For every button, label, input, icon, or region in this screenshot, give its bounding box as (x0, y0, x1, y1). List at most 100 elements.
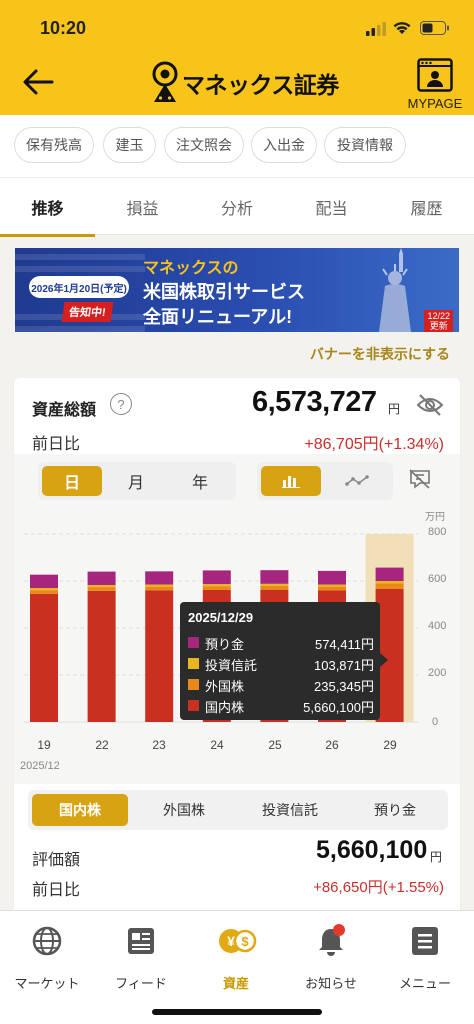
evaluation-unit: 円 (430, 850, 443, 864)
assets-icon: ¥ $ (219, 929, 257, 953)
nav-feed[interactable]: フィード (94, 921, 188, 991)
asset-tab-deposit[interactable]: 預り金 (346, 794, 444, 826)
y-tick-label: 400 (428, 620, 447, 632)
nav-label: お知らせ (305, 976, 357, 991)
bar-segment (318, 570, 346, 585)
chart-area: 日 月 年 万円 800 600 400 200 0 19 22 23 24 2… (14, 454, 460, 784)
bar-segment (318, 584, 346, 587)
legend-swatch (188, 637, 199, 648)
tooltip-row-name: 預り金 (205, 637, 245, 652)
asset-tab-funds[interactable]: 投資信託 (240, 794, 340, 826)
menu-icon (412, 927, 438, 955)
x-tick-label: 25 (268, 738, 282, 752)
nav-label: マーケット (14, 976, 80, 991)
asset-total-unit: 円 (388, 402, 401, 416)
asset-total: 6,573,727 (252, 386, 377, 418)
help-icon[interactable]: ? (110, 393, 132, 415)
nav-assets[interactable]: ¥ $ 資産 (189, 921, 283, 991)
globe-icon (32, 926, 62, 956)
banner-update-word: 更新 (429, 321, 448, 331)
tooltip-row: 外国株 235,345円 (188, 674, 374, 694)
x-tick-label: 24 (210, 738, 224, 752)
tooltip-row-name: 投資信託 (205, 658, 258, 673)
nav-menu[interactable]: メニュー (378, 921, 472, 991)
tooltip-date: 2025/12/29 (188, 610, 254, 625)
banner-stripe (15, 266, 145, 272)
tab-trend[interactable]: 推移 (0, 178, 95, 237)
nav-notices[interactable]: お知らせ (284, 921, 378, 991)
quick-link-order-inquiry[interactable]: 注文照会 (164, 127, 244, 163)
status-time: 10:20 (40, 18, 87, 38)
main-tabs: 推移 損益 分析 配当 履歴 (0, 177, 474, 237)
status-bar: 10:20 (0, 18, 474, 44)
bar-segment (87, 590, 116, 722)
battery-icon (420, 21, 449, 35)
back-arrow-icon[interactable] (18, 62, 58, 102)
banner-stripe (15, 326, 145, 332)
quick-link-deposit-withdraw[interactable]: 入出金 (251, 127, 317, 163)
tab-history[interactable]: 履歴 (379, 178, 474, 236)
bell-icon (319, 924, 345, 956)
tooltip-row-value: 103,871円 (314, 658, 374, 673)
bar-segment (30, 574, 58, 589)
legend-swatch (188, 679, 199, 690)
banner-date: 2026年1月20日(予定) (29, 276, 129, 298)
tooltip-row: 預り金 574,411円 (188, 632, 374, 652)
tab-profit-loss[interactable]: 損益 (95, 178, 190, 236)
x-tick-label: 26 (325, 738, 339, 752)
bar-segment (202, 584, 231, 587)
bar-segment (145, 590, 174, 722)
asset-prev-change: +86,705円(+1.34%) (304, 436, 444, 453)
evaluation-prev-label: 前日比 (32, 882, 81, 899)
y-tick-label: 200 (428, 667, 447, 679)
asset-prev-label: 前日比 (32, 436, 81, 453)
bottom-nav: マーケット フィード ¥ $ 資産 お知らせ メニュー (0, 910, 474, 1024)
x-axis-month: 2025/12 (20, 760, 60, 772)
bar-segment (30, 590, 58, 594)
monex-mascot-icon (152, 61, 178, 102)
tooltip-row: 国内株 5,660,100円 (188, 695, 374, 715)
signal-icon (366, 22, 386, 36)
statue-of-liberty-icon (379, 248, 411, 332)
bar-segment (375, 583, 404, 589)
bar-segment (145, 584, 174, 587)
quick-link-positions[interactable]: 建玉 (103, 127, 156, 163)
quick-link-investment-info[interactable]: 投資情報 (324, 127, 406, 163)
home-indicator (152, 1009, 322, 1015)
app-header: 10:20 マネックス証券 MYPAGE (0, 0, 474, 115)
bar-segment (260, 583, 289, 586)
y-tick-label: 800 (428, 526, 447, 538)
tooltip-arrow (380, 653, 388, 667)
banner-notice-badge: 告知中! (61, 302, 114, 322)
promo-banner[interactable]: 2026年1月20日(予定) 告知中! マネックスの 米国株取引サービス 全面リ… (15, 248, 459, 332)
asset-title: 資産総額 (32, 402, 97, 419)
eye-slash-icon[interactable] (416, 393, 444, 417)
quick-link-holdings[interactable]: 保有残高 (14, 127, 94, 163)
tooltip-row-name: 国内株 (205, 700, 245, 715)
legend-swatch (188, 700, 199, 711)
bar-segment (87, 571, 116, 585)
banner-update-date: 12/22 (427, 311, 450, 321)
tab-dividend[interactable]: 配当 (284, 178, 379, 236)
tooltip-row-value: 5,660,100円 (303, 700, 374, 715)
asset-card: 資産総額 ? 6,573,727 円 前日比 +86,705円(+1.34%) … (14, 378, 460, 918)
wifi-icon (393, 22, 411, 34)
y-tick-label: 600 (428, 573, 447, 585)
mypage-label: MYPAGE (407, 96, 463, 111)
tooltip-row-name: 外国株 (205, 679, 245, 694)
nav-label: メニュー (398, 976, 451, 991)
mypage-button[interactable]: MYPAGE (400, 58, 470, 114)
hide-banner-link[interactable]: バナーを非表示にする (310, 344, 450, 364)
bar-segment (202, 570, 231, 585)
nav-label: 資産 (222, 976, 249, 991)
bar-segment (145, 586, 174, 591)
nav-market[interactable]: マーケット (0, 921, 94, 991)
feed-icon (128, 928, 154, 954)
asset-tab-domestic[interactable]: 国内株 (32, 794, 128, 826)
evaluation-prev-change: +86,650円(+1.55%) (313, 879, 444, 896)
bar-segment (375, 567, 404, 581)
tab-analysis[interactable]: 分析 (190, 178, 284, 236)
bar-segment (375, 581, 404, 584)
asset-tab-foreign[interactable]: 外国株 (134, 794, 234, 826)
bar-segment (30, 593, 58, 722)
